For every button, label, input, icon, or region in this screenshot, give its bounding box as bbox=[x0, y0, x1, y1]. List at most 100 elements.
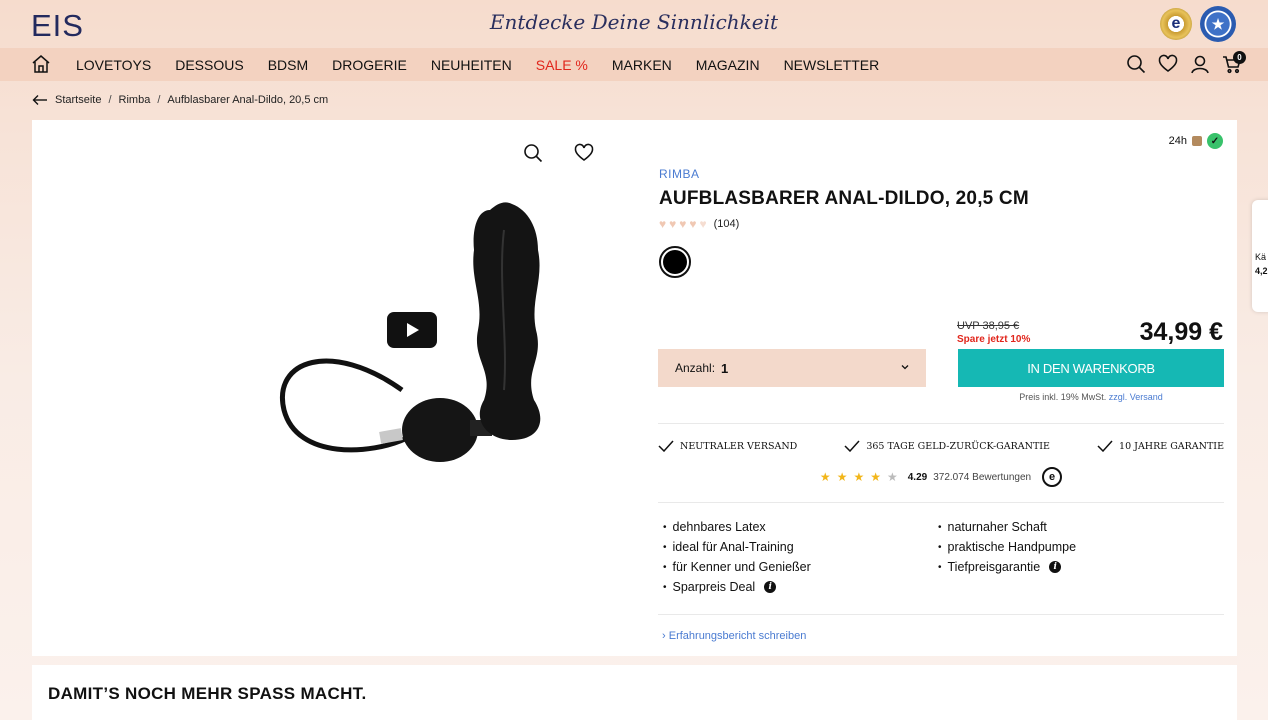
breadcrumb-current: Aufblasbarer Anal-Dildo, 20,5 cm bbox=[167, 94, 329, 106]
feature-text: ideal für Anal-Training bbox=[672, 540, 794, 554]
star-partial-icon: ★ bbox=[886, 470, 898, 484]
section-title: DAMIT’S NOCH MEHR SPASS MACHT. bbox=[48, 684, 367, 703]
guarantee-item: 365 Tage Geld-zurück-Garantie bbox=[844, 440, 1050, 452]
shop-rating-row[interactable]: ★ ★ ★ ★ ★ 4.29 372.074 Bewertungen e bbox=[658, 467, 1224, 487]
breadcrumb: Startseite / Rimba / Aufblasbarer Anal-D… bbox=[32, 94, 328, 106]
checkmark-icon bbox=[658, 440, 674, 452]
rating-heart-icon: ♥ bbox=[669, 217, 677, 231]
breadcrumb-home[interactable]: Startseite bbox=[55, 94, 101, 106]
product-title: AUFBLASBARER ANAL-DILDO, 20,5 CM bbox=[659, 188, 1029, 209]
delivery-time: 24h bbox=[1168, 135, 1187, 147]
feature-text: praktische Handpumpe bbox=[947, 540, 1077, 554]
cart-count-badge: 0 bbox=[1233, 51, 1246, 64]
product-price: 34,99 € bbox=[1139, 318, 1223, 346]
nav-item-marken[interactable]: MARKEN bbox=[612, 57, 672, 73]
nav-item-sale[interactable]: SALE % bbox=[536, 57, 588, 73]
search-icon[interactable] bbox=[1126, 54, 1146, 74]
checkmark-icon bbox=[844, 440, 860, 452]
savings-text: Spare jetzt 10% bbox=[957, 334, 1031, 345]
feature-item: • praktische Handpumpe bbox=[938, 540, 1213, 554]
back-arrow-icon[interactable] bbox=[32, 94, 48, 106]
wishlist-heart-icon[interactable] bbox=[1158, 54, 1178, 74]
cart-button[interactable]: 0 bbox=[1222, 51, 1246, 74]
info-icon[interactable]: i bbox=[764, 581, 777, 593]
write-review-label: Erfahrungsbericht schreiben bbox=[668, 630, 807, 642]
nav-item-newsletter[interactable]: NEWSLETTER bbox=[784, 57, 880, 73]
rating-heart-icon: ♥ bbox=[689, 217, 697, 231]
delivery-badge: 24h ✓ bbox=[1169, 133, 1223, 149]
rating-heart-icon: ♥ bbox=[659, 217, 667, 231]
guarantee-item: Neutraler Versand bbox=[658, 440, 797, 452]
product-rating[interactable]: ♥ ♥ ♥ ♥ ♥ (104) bbox=[659, 217, 739, 231]
quantity-value: 1 bbox=[721, 360, 729, 376]
feature-item: • ideal für Anal-Training bbox=[663, 540, 938, 554]
guarantee-item: 10 Jahre Garantie bbox=[1097, 440, 1224, 452]
side-rating-tab[interactable]: Kä 4,2 bbox=[1252, 200, 1268, 312]
nav-item-neuheiten[interactable]: NEUHEITEN bbox=[431, 57, 512, 73]
shop-rating-count: 372.074 Bewertungen bbox=[933, 471, 1032, 483]
side-tab-value: 4,2 bbox=[1255, 266, 1268, 276]
vat-text: Preis inkl. 19% MwSt. bbox=[1019, 392, 1107, 402]
bullet: • bbox=[663, 561, 667, 573]
divider bbox=[658, 614, 1224, 615]
feature-list: • dehnbares Latex • naturnaher Schaft • ide… bbox=[663, 520, 1213, 594]
top-header: EIS Entdecke Deine Sinnlichkeit e ★ bbox=[0, 0, 1268, 48]
write-review-link[interactable]: › Erfahrungsbericht schreiben bbox=[662, 630, 806, 642]
quantity-select[interactable]: Anzahl: 1 bbox=[658, 349, 926, 387]
vat-info: Preis inkl. 19% MwSt. zzgl. Versand bbox=[958, 392, 1224, 402]
user-account-icon[interactable] bbox=[1190, 54, 1210, 74]
color-swatch-fill bbox=[663, 250, 687, 274]
star-icon: ★ bbox=[836, 470, 848, 484]
nav-item-dessous[interactable]: DESSOUS bbox=[175, 57, 243, 73]
play-video-button[interactable] bbox=[387, 312, 437, 348]
quantity-label: Anzahl: bbox=[675, 361, 716, 375]
feature-text: dehnbares Latex bbox=[672, 520, 766, 534]
bullet: • bbox=[663, 521, 667, 533]
home-icon[interactable] bbox=[31, 54, 51, 74]
divider bbox=[658, 502, 1224, 503]
feature-item: • Tiefpreisgarantie i bbox=[938, 560, 1213, 574]
quality-seal-icon[interactable]: ★ bbox=[1200, 6, 1236, 42]
guarantees-row: Neutraler Versand 365 Tage Geld-zurück-G… bbox=[658, 440, 1224, 452]
guarantee-label: 365 Tage Geld-zurück-Garantie bbox=[866, 440, 1050, 452]
nav-item-magazin[interactable]: MAGAZIN bbox=[696, 57, 760, 73]
breadcrumb-brand[interactable]: Rimba bbox=[119, 94, 151, 106]
feature-text: für Kenner und Genießer bbox=[672, 560, 811, 574]
star-icon: ★ bbox=[870, 470, 881, 484]
nav-item-drogerie[interactable]: DROGERIE bbox=[332, 57, 407, 73]
add-to-cart-button[interactable]: IN DEN WARENKORB bbox=[958, 349, 1224, 387]
uvp-price: UVP 38,95 € bbox=[957, 320, 1020, 332]
chevron-right-icon: › bbox=[662, 630, 666, 642]
product-brand[interactable]: RIMBA bbox=[659, 167, 700, 181]
info-icon[interactable]: i bbox=[1049, 561, 1062, 573]
related-products-section: DAMIT’S NOCH MEHR SPASS MACHT. bbox=[32, 665, 1237, 720]
guarantee-label: 10 Jahre Garantie bbox=[1119, 440, 1224, 452]
breadcrumb-separator: / bbox=[108, 94, 112, 106]
star-icon: ★ bbox=[853, 470, 865, 484]
bullet: • bbox=[938, 541, 942, 553]
feature-item: • für Kenner und Genießer bbox=[663, 560, 938, 574]
color-swatch-black[interactable] bbox=[659, 246, 691, 278]
nav-item-bdsm[interactable]: BDSM bbox=[268, 57, 308, 73]
shipping-link[interactable]: zzgl. Versand bbox=[1109, 392, 1163, 402]
in-stock-check-icon: ✓ bbox=[1207, 133, 1223, 149]
checkmark-icon bbox=[1097, 440, 1113, 452]
nav-menu: LOVETOYS DESSOUS BDSM DROGERIE NEUHEITEN… bbox=[76, 48, 903, 81]
site-tagline: Entdecke Deine Sinnlichkeit bbox=[489, 10, 779, 34]
shop-rating-score: 4.29 bbox=[907, 471, 928, 483]
bullet: • bbox=[663, 541, 667, 553]
rating-half-heart-icon: ♥ bbox=[699, 217, 707, 231]
zoom-search-icon[interactable] bbox=[523, 143, 543, 163]
bullet: • bbox=[663, 581, 667, 593]
main-navigation: LOVETOYS DESSOUS BDSM DROGERIE NEUHEITEN… bbox=[0, 48, 1268, 81]
review-count[interactable]: (104) bbox=[714, 218, 740, 230]
feature-item: • dehnbares Latex bbox=[663, 520, 938, 534]
trusted-shops-seal-icon[interactable]: e bbox=[1160, 8, 1192, 40]
nav-item-lovetoys[interactable]: LOVETOYS bbox=[76, 57, 151, 73]
feature-item: • naturnaher Schaft bbox=[938, 520, 1213, 534]
bullet: • bbox=[938, 521, 942, 533]
feature-text: Sparpreis Deal bbox=[672, 580, 756, 594]
divider bbox=[658, 423, 1224, 424]
trusted-shops-e-icon: e bbox=[1042, 467, 1063, 487]
add-to-wishlist-heart-icon[interactable] bbox=[574, 143, 594, 163]
